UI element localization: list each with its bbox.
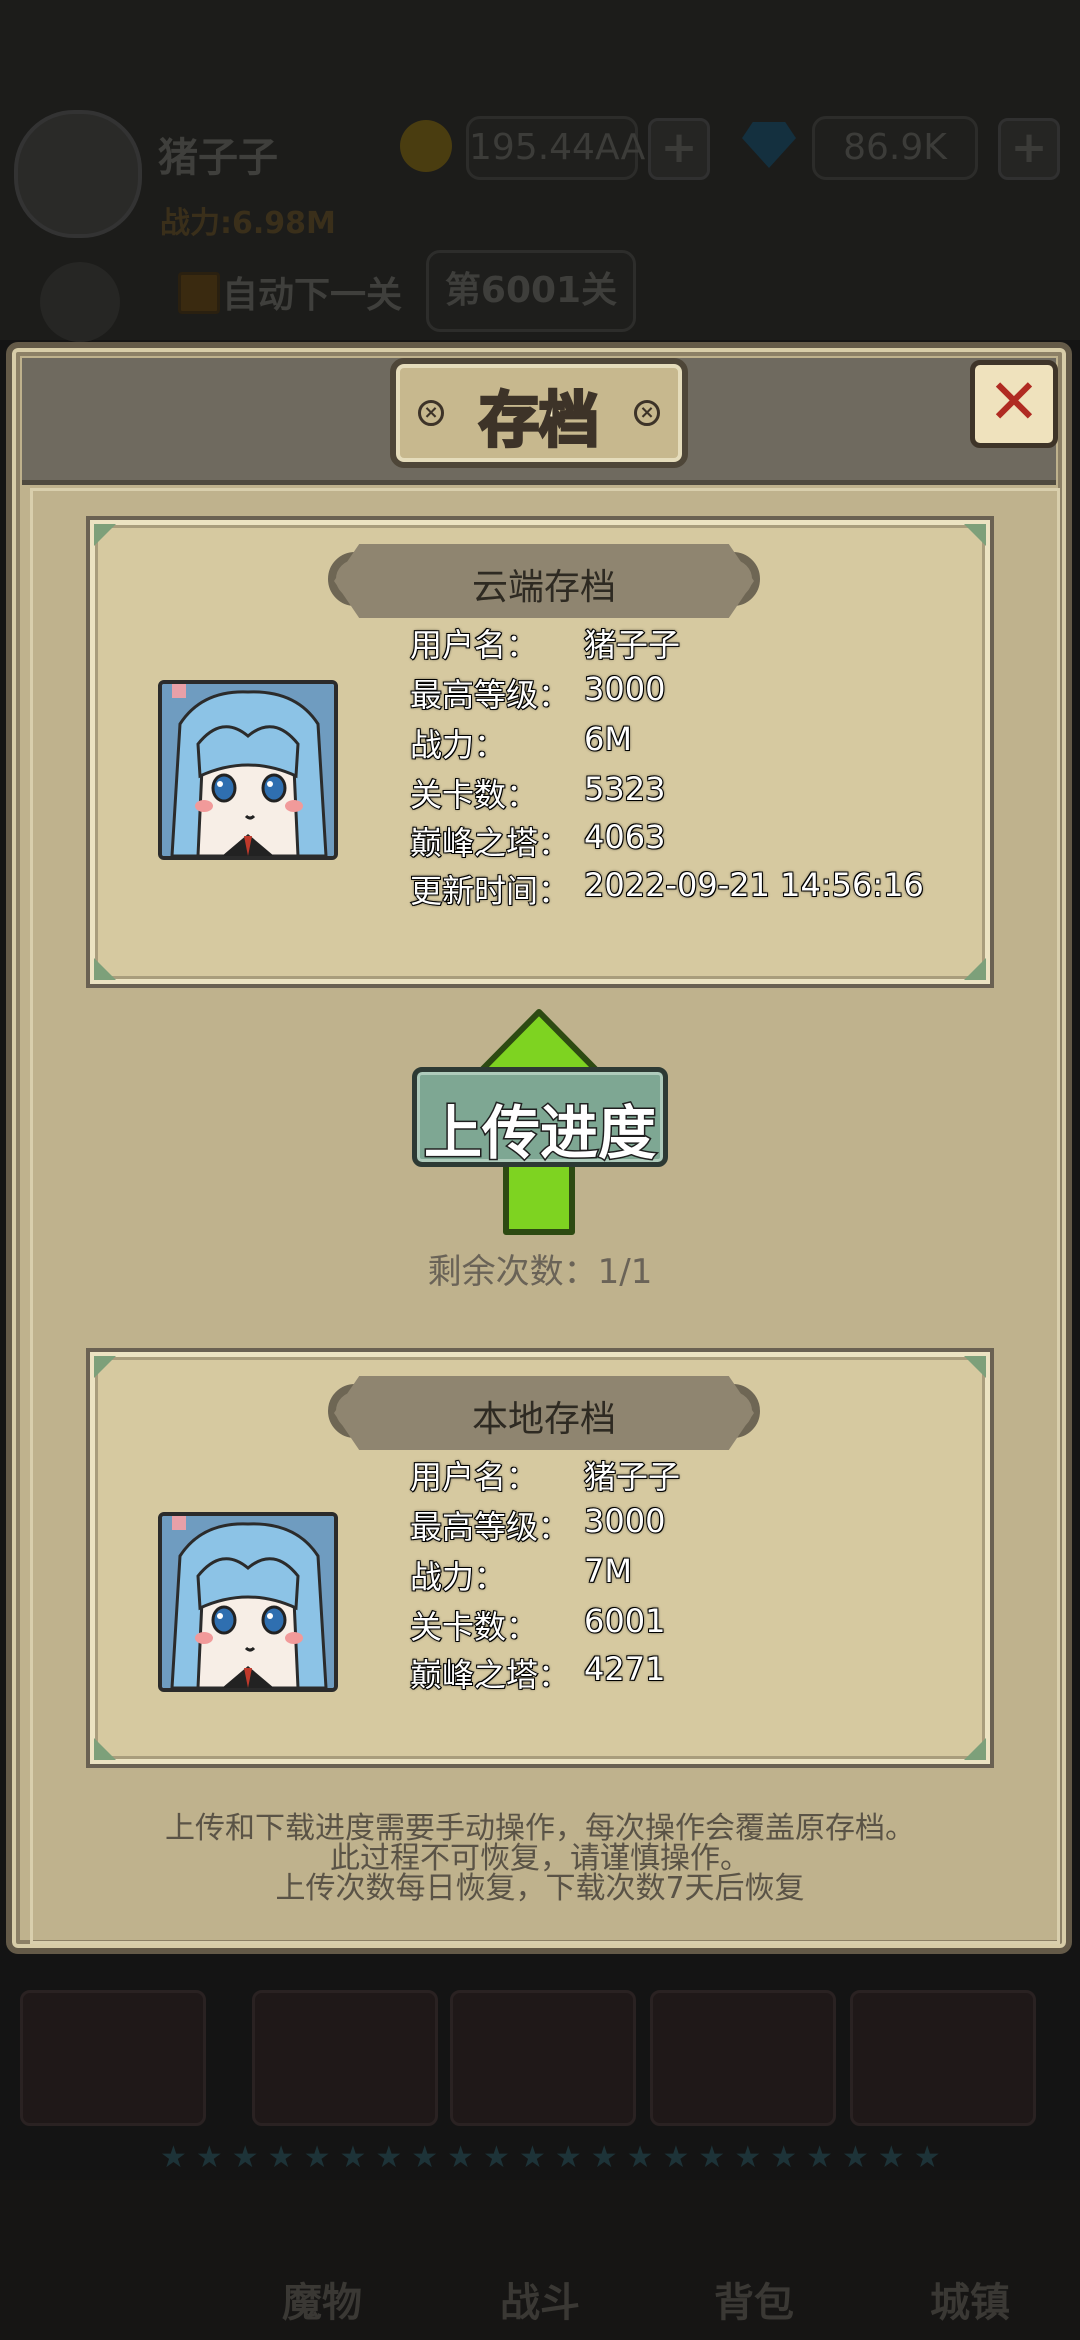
nav-item-town[interactable]: 城镇 bbox=[930, 2270, 1010, 2328]
unit-card bbox=[20, 1990, 206, 2126]
info-label: 巅峰之塔： bbox=[409, 823, 571, 863]
unit-card bbox=[650, 1990, 836, 2126]
background-unit-cards bbox=[0, 1980, 1080, 2130]
corner-ornament bbox=[94, 1356, 116, 1378]
save-notes: 上传和下载进度需要手动操作，每次操作会覆盖原存档。 此过程不可恢复，请谨慎操作。… bbox=[0, 1814, 1080, 1904]
gold-amount: 195.44AA bbox=[466, 116, 645, 180]
info-value: 4271 bbox=[583, 1649, 666, 1689]
nav-item-monsters[interactable]: 魔物 bbox=[282, 2270, 362, 2328]
settings-gear-icon[interactable] bbox=[40, 262, 120, 342]
info-label: 用户名： bbox=[409, 1457, 539, 1497]
note-line: 此过程不可恢复，请谨慎操作。 bbox=[330, 1841, 750, 1876]
unit-card bbox=[450, 1990, 636, 2126]
auto-next-label: 自动下一关 bbox=[222, 275, 403, 316]
local-save-header: 本地存档 bbox=[471, 1399, 616, 1440]
nav-item-battle[interactable]: 战斗 bbox=[500, 2270, 580, 2328]
info-label: 战力： bbox=[409, 725, 507, 765]
corner-ornament bbox=[964, 524, 986, 546]
info-label: 关卡数： bbox=[409, 1607, 539, 1647]
add-gold-button[interactable]: + bbox=[648, 118, 710, 180]
info-value: 6M bbox=[583, 719, 633, 759]
info-value: 4063 bbox=[583, 817, 666, 857]
local-save-panel: 本地存档 用户名： 猪子子 最高等级： 3000 战力： 7M 关卡数： 600… bbox=[86, 1348, 994, 1768]
info-label: 最高等级： bbox=[409, 675, 571, 715]
corner-ornament bbox=[94, 958, 116, 980]
corner-ornament bbox=[94, 524, 116, 546]
info-value: 6001 bbox=[583, 1601, 666, 1641]
close-button[interactable]: ✕ bbox=[970, 360, 1058, 448]
background-player-avatar bbox=[14, 110, 142, 238]
character-portrait-icon bbox=[162, 684, 334, 856]
gem-amount: 86.9K bbox=[812, 116, 978, 180]
corner-ornament bbox=[94, 1738, 116, 1760]
background-stars: ★★★★★★★★★★★★★★★★★★★★★★ bbox=[160, 2140, 950, 2175]
info-value: 猪子子 bbox=[583, 625, 681, 665]
cloud-save-header: 云端存档 bbox=[471, 567, 616, 608]
note-line: 上传次数每日恢复，下载次数7天后恢复 bbox=[275, 1871, 805, 1906]
corner-ornament bbox=[964, 958, 986, 980]
info-label: 战力： bbox=[409, 1557, 507, 1597]
gold-coin-icon bbox=[400, 120, 452, 172]
background-power: 战力:6.98M bbox=[160, 206, 336, 241]
cloud-save-panel: 云端存档 用户名： 猪子子 最高等级： 3000 战力： 6M 关卡数： 532… bbox=[86, 516, 994, 988]
corner-ornament bbox=[964, 1738, 986, 1760]
info-label: 最高等级： bbox=[409, 1507, 571, 1547]
cloud-save-header-ribbon: 云端存档 bbox=[334, 544, 754, 618]
auto-next-checkbox[interactable] bbox=[178, 272, 220, 314]
dialog-title-plate: × 存档 × bbox=[390, 358, 688, 468]
info-label: 巅峰之塔： bbox=[409, 1655, 571, 1695]
info-label: 关卡数： bbox=[409, 775, 539, 815]
unit-card bbox=[252, 1990, 438, 2126]
upload-progress-label: 上传进度 bbox=[422, 1098, 657, 1169]
info-value: 3000 bbox=[583, 1501, 666, 1541]
bolt-icon: × bbox=[634, 400, 660, 426]
info-value: 猪子子 bbox=[583, 1457, 681, 1497]
local-save-header-ribbon: 本地存档 bbox=[334, 1376, 754, 1450]
info-value: 3000 bbox=[583, 669, 666, 709]
unit-card bbox=[850, 1990, 1036, 2126]
level-indicator[interactable]: 第6001关 bbox=[426, 250, 636, 332]
corner-ornament bbox=[964, 1356, 986, 1378]
add-gem-button[interactable]: + bbox=[998, 118, 1060, 180]
nav-item-bag[interactable]: 背包 bbox=[714, 2270, 794, 2328]
info-value: 5323 bbox=[583, 769, 666, 809]
background-player-name: 猪子子 bbox=[158, 135, 278, 181]
upload-progress-button[interactable]: 上传进度 bbox=[412, 1067, 668, 1169]
info-label: 用户名： bbox=[409, 625, 539, 665]
local-save-avatar bbox=[158, 1512, 338, 1692]
note-line: 上传和下载进度需要手动操作，每次操作会覆盖原存档。 bbox=[165, 1811, 915, 1846]
character-portrait-icon bbox=[162, 1516, 334, 1688]
cloud-save-avatar bbox=[158, 680, 338, 860]
remaining-uploads: 剩余次数：1/1 bbox=[427, 1252, 653, 1292]
info-label: 更新时间： bbox=[409, 871, 571, 911]
info-value: 7M bbox=[583, 1551, 633, 1591]
info-value: 2022-09-21 14:56:16 bbox=[583, 865, 925, 905]
